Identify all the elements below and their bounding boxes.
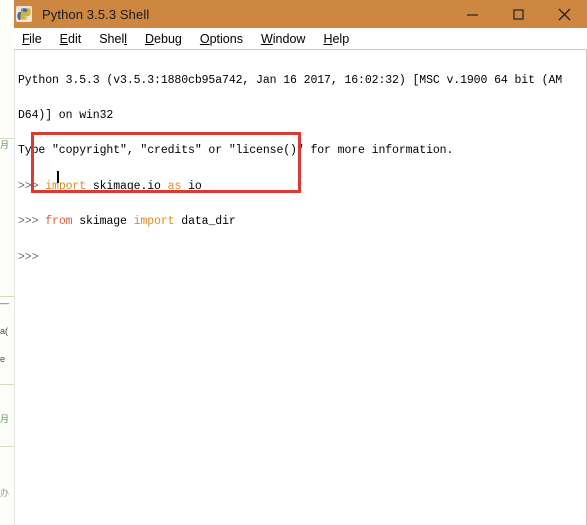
menu-item-debug[interactable]: Debug xyxy=(145,32,182,46)
python-idle-icon xyxy=(14,4,34,24)
background-window-sliver[interactable]: 月 — a( e 月 办 xyxy=(0,0,15,525)
menu-item-file[interactable]: File xyxy=(22,32,42,46)
text-cursor xyxy=(57,171,59,183)
desktop-background: 月 — a( e 月 办 Python 3.5.3 Shell File Edi… xyxy=(0,0,587,525)
menu-item-edit[interactable]: Edit xyxy=(60,32,82,46)
banner-line: D64)] on win32 xyxy=(18,108,114,122)
prompt: >>> xyxy=(18,179,39,193)
shell-input-line: >>> from skimage import data_dir xyxy=(18,216,586,228)
background-fragment: 月 xyxy=(0,140,10,150)
code-token: import xyxy=(133,215,175,229)
shell-output: Python 3.5.3 (v3.5.3:1880cb95a742, Jan 1… xyxy=(18,51,586,287)
code-token: skimage.io xyxy=(86,179,168,193)
menu-label: indow xyxy=(272,31,306,46)
title-bar[interactable]: Python 3.5.3 Shell xyxy=(14,0,587,28)
menu-label: ile xyxy=(29,31,42,46)
background-fragment: 月 xyxy=(0,414,10,424)
menu-label: ptions xyxy=(209,31,243,46)
shell-input-line: >>> import skimage.io as io xyxy=(18,179,586,193)
code-token: data_dir xyxy=(174,215,236,229)
menu-item-help[interactable]: Help xyxy=(323,32,349,46)
window-controls xyxy=(449,0,587,28)
code-token: from xyxy=(45,215,73,229)
menu-item-shell[interactable]: Shell xyxy=(99,32,127,46)
background-fragment: e xyxy=(0,354,6,364)
background-fragment: — xyxy=(0,298,9,308)
code-token: skimage xyxy=(72,215,134,229)
python-shell-window: Python 3.5.3 Shell File Edit Shell Debug… xyxy=(14,0,587,525)
banner-line: Type "copyright", "credits" or "license(… xyxy=(18,144,454,158)
window-title: Python 3.5.3 Shell xyxy=(42,6,150,22)
menu-label: dit xyxy=(68,31,82,46)
background-fragment: a( xyxy=(0,326,9,336)
menu-label: Shell xyxy=(99,31,128,46)
prompt: >>> xyxy=(18,250,39,264)
shell-text-area[interactable]: Python 3.5.3 (v3.5.3:1880cb95a742, Jan 1… xyxy=(14,50,587,525)
maximize-button[interactable] xyxy=(495,0,541,28)
menu-label: elp xyxy=(332,31,350,46)
background-fragment: 办 xyxy=(0,488,10,498)
shell-current-line: >>> xyxy=(18,250,586,264)
close-button[interactable] xyxy=(541,0,587,28)
minimize-button[interactable] xyxy=(449,0,495,28)
menu-item-options[interactable]: Options xyxy=(200,32,243,46)
code-token: import xyxy=(45,179,87,193)
prompt: >>> xyxy=(18,215,39,229)
banner-line: Python 3.5.3 (v3.5.3:1880cb95a742, Jan 1… xyxy=(18,73,563,87)
menu-bar: File Edit Shell Debug Options Window Hel… xyxy=(14,28,587,50)
code-token: io xyxy=(181,179,202,193)
code-token: as xyxy=(167,179,182,193)
menu-label: ebug xyxy=(154,31,182,46)
menu-item-window[interactable]: Window xyxy=(261,32,305,46)
